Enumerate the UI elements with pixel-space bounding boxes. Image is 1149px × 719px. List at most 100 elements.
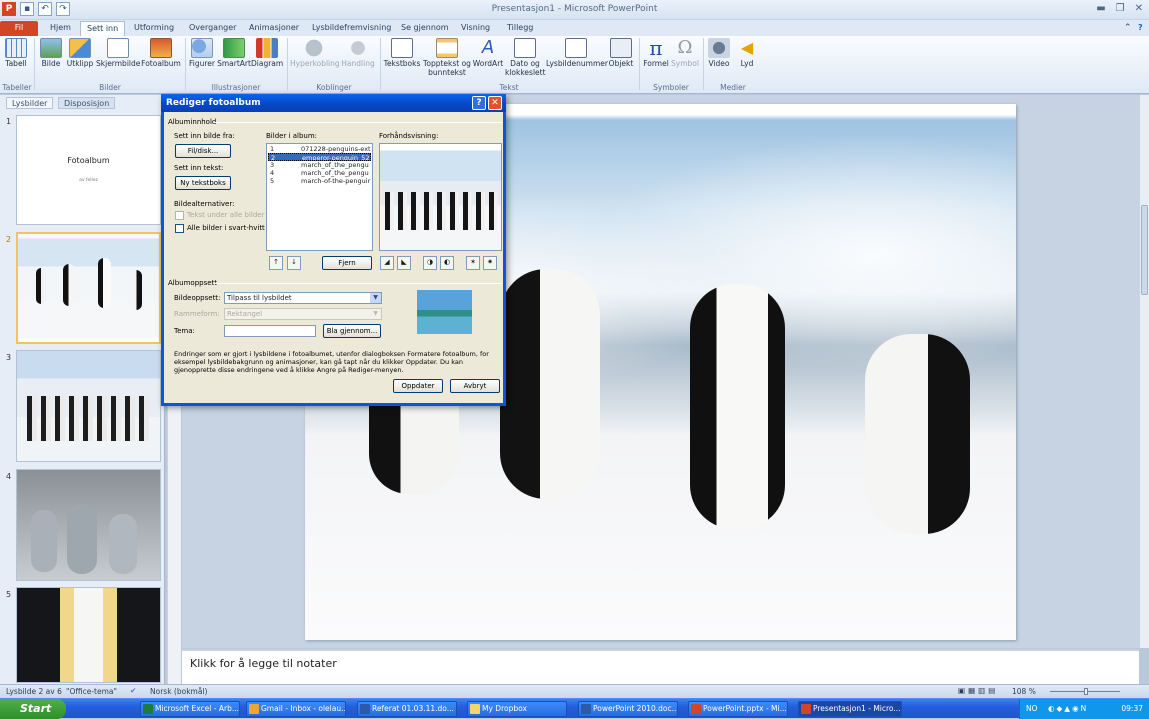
close-icon[interactable]: ✕	[1135, 3, 1143, 14]
view-buttons[interactable]: ▣▦▥▤	[958, 686, 998, 695]
new-textbox-button[interactable]: Ny tekstboks	[175, 176, 231, 190]
scroll-thumb[interactable]	[1141, 205, 1148, 295]
header-footer-button[interactable]: Topptekst og bunntekst	[422, 38, 472, 77]
picture-layout-select[interactable]: Tilpass til lysbildet ▼	[224, 292, 382, 304]
brightness-down-button[interactable]: ✷	[483, 256, 497, 270]
tab-design[interactable]: Utforming	[128, 21, 180, 36]
close-button[interactable]: ✕	[488, 96, 502, 110]
theme-input[interactable]	[224, 325, 316, 337]
wordart-button[interactable]: A WordArt	[472, 38, 504, 69]
theme-indicator[interactable]: "Office-tema"	[66, 687, 117, 696]
slide-thumbnail-1[interactable]: Fotoalbum av fellez	[16, 115, 161, 225]
clipart-button[interactable]: Utklipp	[66, 38, 94, 68]
penguin-chick-figure	[109, 514, 137, 574]
taskbar-item-word-referat[interactable]: Referat 01.03.11.do...	[357, 701, 457, 717]
move-down-button[interactable]: ↓	[287, 256, 301, 270]
start-button[interactable]: Start	[0, 699, 66, 719]
browse-button[interactable]: Bla gjennom...	[323, 324, 381, 338]
slide-number-button[interactable]: Lysbildenummer	[546, 38, 608, 68]
dialog-title: Rediger fotoalbum	[166, 98, 261, 108]
taskbar-item-gmail[interactable]: Gmail - Inbox - olelau...	[246, 701, 346, 717]
taskbar-item-pptx[interactable]: PowerPoint.pptx - Mi...	[688, 701, 788, 717]
list-item[interactable]: 4 march_of_the_pengu	[268, 169, 371, 177]
picture-button[interactable]: Bilde	[38, 38, 64, 68]
move-up-button[interactable]: ↑	[269, 256, 283, 270]
remove-button[interactable]: Fjern	[322, 256, 372, 270]
textbox-button[interactable]: Tekstboks	[383, 38, 421, 68]
language-indicator[interactable]: Norsk (bokmål)	[150, 687, 207, 696]
notes-pane[interactable]: Klikk for å legge til notater	[182, 649, 1139, 684]
restore-icon[interactable]: ❐	[1116, 3, 1125, 14]
tray-icons[interactable]: ◐◆▲◉N	[1048, 699, 1088, 718]
window-controls: ▬ ❐ ✕	[1096, 3, 1143, 14]
taskbar-item-excel[interactable]: Microsoft Excel - Arb...	[140, 701, 240, 717]
screenshot-icon	[107, 38, 129, 58]
tab-insert[interactable]: Sett inn	[80, 21, 126, 36]
list-item[interactable]: 3 march_of_the_pengu	[268, 161, 371, 169]
tab-transitions[interactable]: Overganger	[183, 21, 242, 36]
slide-thumbnail-4[interactable]	[16, 469, 161, 581]
date-time-button[interactable]: Dato og klokkeslett	[505, 38, 546, 77]
contrast-up-button[interactable]: ◑	[423, 256, 437, 270]
list-item[interactable]: 5 march-of-the-penguir	[268, 177, 371, 185]
contrast-down-button[interactable]: ◐	[440, 256, 454, 270]
spellcheck-icon[interactable]: ✔	[130, 686, 136, 695]
tab-animations[interactable]: Animasjoner	[243, 21, 305, 36]
omega-icon: Ω	[677, 37, 693, 58]
help-button[interactable]: ?	[472, 96, 486, 110]
taskbar-item-presentasjon1[interactable]: Presentasjon1 - Micro...	[798, 701, 902, 717]
taskbar-item-dropbox[interactable]: My Dropbox	[467, 701, 567, 717]
cancel-button[interactable]: Avbryt	[450, 379, 500, 393]
audio-button[interactable]: ◀ Lyd	[735, 38, 759, 68]
rotate-right-button[interactable]: ◣	[397, 256, 411, 270]
zoom-slider[interactable]	[1040, 688, 1130, 695]
slide-thumbnail-5[interactable]	[16, 587, 161, 683]
rotate-left-button[interactable]: ◢	[380, 256, 394, 270]
slide-number: 2	[6, 235, 12, 244]
minimize-icon[interactable]: ▬	[1096, 3, 1105, 14]
table-button[interactable]: Tabell	[4, 38, 28, 68]
shapes-button[interactable]: Figurer	[188, 38, 216, 68]
hyperlink-icon	[303, 38, 325, 58]
penguin-figure	[130, 270, 142, 310]
caption-below-checkbox[interactable]	[175, 211, 184, 220]
table-icon	[5, 38, 27, 58]
clipart-icon	[69, 38, 91, 58]
zoom-level[interactable]: 108 %	[1012, 687, 1036, 696]
video-button[interactable]: Video	[706, 38, 732, 68]
update-button[interactable]: Oppdater	[393, 379, 443, 393]
chevron-down-icon[interactable]: ▼	[370, 293, 381, 303]
tab-outline[interactable]: Disposisjon	[58, 97, 116, 109]
symbol-button[interactable]: Ω Symbol	[671, 37, 699, 69]
taskbar-item-word-powerpoint[interactable]: PowerPoint 2010.doc...	[578, 701, 678, 717]
tab-slideshow[interactable]: Lysbildefremvisning	[306, 21, 397, 36]
theme-label: Tema:	[174, 327, 195, 335]
vertical-scrollbar[interactable]	[1139, 95, 1149, 648]
black-white-checkbox[interactable]	[175, 224, 184, 233]
list-item-selected[interactable]: 2 emperor-penguin_52	[268, 153, 371, 161]
tab-review[interactable]: Se gjennom	[395, 21, 455, 36]
screenshot-button[interactable]: Skjermbilde	[96, 38, 140, 68]
slide-thumbnail-3[interactable]	[16, 350, 161, 462]
slide-thumbnail-2[interactable]	[16, 232, 161, 344]
pictures-listbox[interactable]: 1 071228-penguins-ext 2 emperor-penguin_52…	[266, 143, 373, 251]
object-button[interactable]: Objekt	[607, 38, 635, 68]
chart-button[interactable]: Diagram	[251, 38, 283, 68]
language-code[interactable]: NO	[1026, 699, 1038, 718]
dialog-title-bar[interactable]: Rediger fotoalbum ? ✕	[161, 94, 506, 112]
smartart-button[interactable]: SmartArt	[217, 38, 251, 68]
action-button: Handling	[339, 38, 377, 68]
tab-view[interactable]: Visning	[455, 21, 496, 36]
zoom-slider-thumb[interactable]	[1084, 688, 1088, 695]
tab-slides[interactable]: Lysbilder	[6, 97, 54, 109]
help-icon[interactable]: ?	[1132, 21, 1149, 36]
tab-home[interactable]: Hjem	[44, 21, 77, 36]
list-item[interactable]: 1 071228-penguins-ext	[268, 145, 371, 153]
brightness-up-button[interactable]: ✶	[466, 256, 480, 270]
tab-file[interactable]: Fil	[0, 21, 38, 36]
file-disk-button[interactable]: Fil/disk...	[175, 144, 231, 158]
tab-addins[interactable]: Tillegg	[501, 21, 539, 36]
photo-album-button[interactable]: Fotoalbum	[141, 38, 181, 68]
picture-layout-label: Bildeoppsett:	[174, 294, 221, 302]
equation-button[interactable]: π Formel	[642, 38, 670, 68]
